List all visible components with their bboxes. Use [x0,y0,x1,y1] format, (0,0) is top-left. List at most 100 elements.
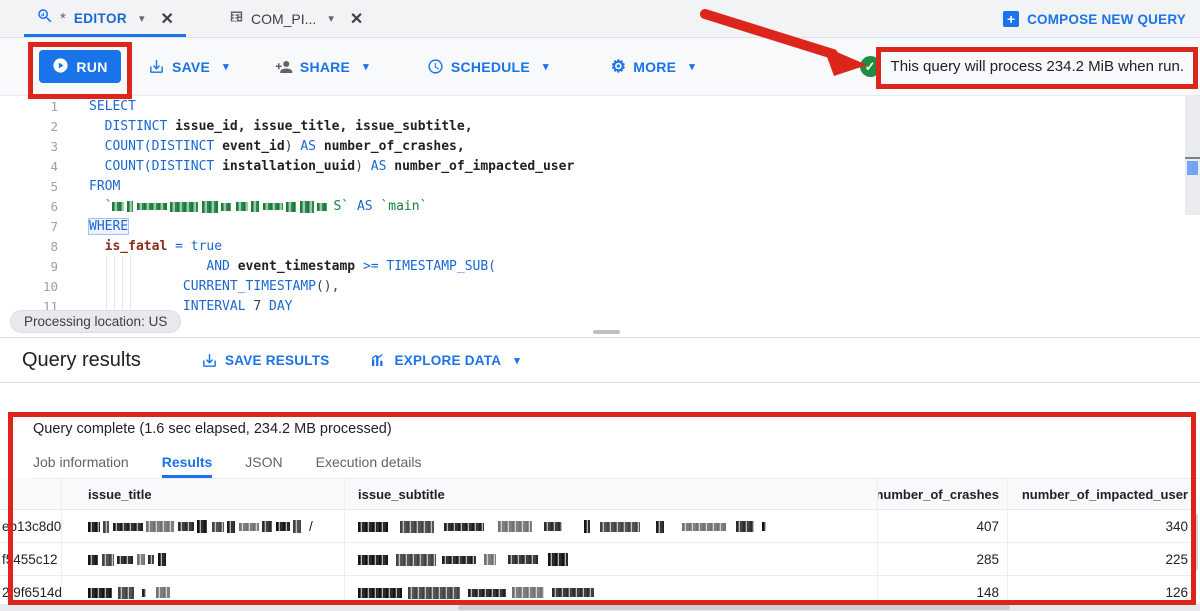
save-results-label: SAVE RESULTS [225,353,330,368]
cell-number-of-crashes: 407 [878,510,1008,542]
processing-location-chip: Processing location: US [10,310,181,333]
horizontal-scrollbar-thumb[interactable] [458,605,1010,610]
scrollbar-mark [1185,157,1200,159]
sql-editor[interactable]: 1SELECT2 DISTINCT issue_id, issue_title,… [0,96,1200,310]
table-body: eb13c8d0/407340f5455c122852252f9f6514d14… [0,510,1196,605]
results-tab-execution-details[interactable]: Execution details [316,448,422,478]
query-results-panel: Query complete (1.6 sec elapsed, 234.2 M… [0,413,1200,605]
compose-new-query-button[interactable]: + COMPOSE NEW QUERY [1003,0,1186,38]
code-line: 9 AND event_timestamp >= TIMESTAMP_SUB( [0,257,1200,277]
cell-number-of-impacted-user: 126 [1008,576,1196,605]
tab-editor[interactable]: * EDITOR ▾ ✕ [22,0,188,37]
results-tab-bar: Job information Results JSON Execution deta… [33,448,1200,479]
cell-issue-subtitle [345,510,878,542]
explore-data-button[interactable]: EXPLORE DATA ▾ [369,351,520,369]
code-line: 7WHERE [0,217,1200,237]
results-tab-json[interactable]: JSON [245,448,282,478]
save-results-button[interactable]: SAVE RESULTS [201,352,330,369]
cell-number-of-crashes: 148 [878,576,1008,605]
share-label: SHARE [300,59,350,75]
chevron-down-icon: ▾ [514,354,520,367]
table-scrollbar-thumb[interactable] [1191,513,1198,571]
results-table: issue_titleissue_subtitlenumber_of_crash… [0,479,1196,605]
person-add-icon [275,58,293,76]
code-line: 1SELECT [0,97,1200,117]
share-button[interactable]: SHARE ▾ [275,58,369,76]
cell-issue-title [62,576,345,605]
query-icon [36,7,54,30]
line-number: 10 [0,277,58,297]
run-button[interactable]: RUN [39,50,121,83]
results-tab-job-information[interactable]: Job information [33,448,129,478]
code-line: 5FROM [0,177,1200,197]
cell-issue-id: eb13c8d0 [0,510,62,542]
chevron-down-icon: ▾ [689,60,695,73]
run-label: RUN [76,59,107,75]
results-tab-results[interactable]: Results [162,448,213,478]
save-icon [148,58,165,75]
chevron-down-icon: ▾ [223,60,229,73]
redacted-text [112,197,333,217]
code-line: 8 is_fatal = true [0,237,1200,257]
query-results-title: Query results [22,349,141,372]
tab-table-label: COM_PI... [251,11,316,27]
line-number: 4 [0,157,58,177]
check-icon: ✓ [860,56,881,77]
horizontal-scrollbar[interactable] [0,604,1200,611]
table-row: eb13c8d0/407340 [0,510,1196,543]
editor-scrollbar-thumb[interactable] [1187,161,1198,175]
redacted-text [358,519,766,534]
plus-icon: + [1003,11,1019,27]
close-icon[interactable]: ✕ [350,9,363,29]
close-icon[interactable]: ✕ [161,9,174,29]
save-button[interactable]: SAVE ▾ [148,58,229,75]
editor-scrollbar[interactable] [1185,96,1200,215]
tab-editor-label: EDITOR [74,11,127,26]
gear-icon: ⚙ [611,58,627,75]
tab-table[interactable]: COM_PI... ▾ ✕ [214,0,377,37]
chevron-down-icon[interactable]: ▾ [139,12,145,25]
redacted-text [358,585,594,600]
line-number: 6 [0,197,58,217]
query-status-text: Query complete (1.6 sec elapsed, 234.2 M… [33,421,392,437]
pane-resize-handle[interactable] [593,330,620,334]
code-line: 4 COUNT(DISTINCT installation_uuid) AS n… [0,157,1200,177]
chevron-down-icon[interactable]: ▾ [328,12,334,25]
cell-issue-subtitle [345,543,878,575]
query-validation-message: ✓ This query will process 234.2 MiB when… [860,56,1184,77]
code-line: 11 INTERVAL 7 DAY [0,297,1200,310]
play-icon [52,57,69,77]
table-header-row: issue_titleissue_subtitlenumber_of_crash… [0,479,1196,510]
column-header-number_of_impacted_user: number_of_impacted_user [1008,479,1196,509]
column-header-blank [0,479,62,509]
query-toolbar: RUN SAVE ▾ SHARE ▾ SCHEDULE ▾ ⚙ MORE ▾ ✓… [0,38,1200,96]
cell-issue-id: f5455c12 [0,543,62,575]
redacted-text [88,552,166,567]
editor-tab-strip: * EDITOR ▾ ✕ COM_PI... ▾ ✕ + COMPOSE NEW… [0,0,1200,38]
chevron-down-icon: ▾ [363,60,369,73]
column-header-issue_subtitle: issue_subtitle [345,479,878,509]
more-button[interactable]: ⚙ MORE ▾ [611,58,695,75]
column-header-number_of_crashes: number_of_crashes [878,479,1008,509]
explore-data-label: EXPLORE DATA [394,353,501,368]
redacted-text [358,552,568,567]
schedule-button[interactable]: SCHEDULE ▾ [427,58,549,75]
code-line: 6 `S` AS `main` [0,197,1200,217]
line-number: 5 [0,177,58,197]
chevron-down-icon: ▾ [543,60,549,73]
validation-text: This query will process 234.2 MiB when r… [891,58,1184,75]
compose-new-query-label: COMPOSE NEW QUERY [1027,12,1186,27]
line-number: 7 [0,217,58,237]
save-label: SAVE [172,59,210,75]
line-number: 8 [0,237,58,257]
cell-number-of-crashes: 285 [878,543,1008,575]
cell-issue-id: 2f9f6514d [0,576,62,605]
table-row: 2f9f6514d 148126 [0,576,1196,605]
line-number: 11 [0,297,58,310]
bar-chart-icon [369,351,387,369]
cell-issue-subtitle [345,576,878,605]
unsaved-marker: * [60,10,66,27]
line-number: 2 [0,117,58,137]
redacted-text [88,519,306,534]
indent-guides [106,256,136,310]
